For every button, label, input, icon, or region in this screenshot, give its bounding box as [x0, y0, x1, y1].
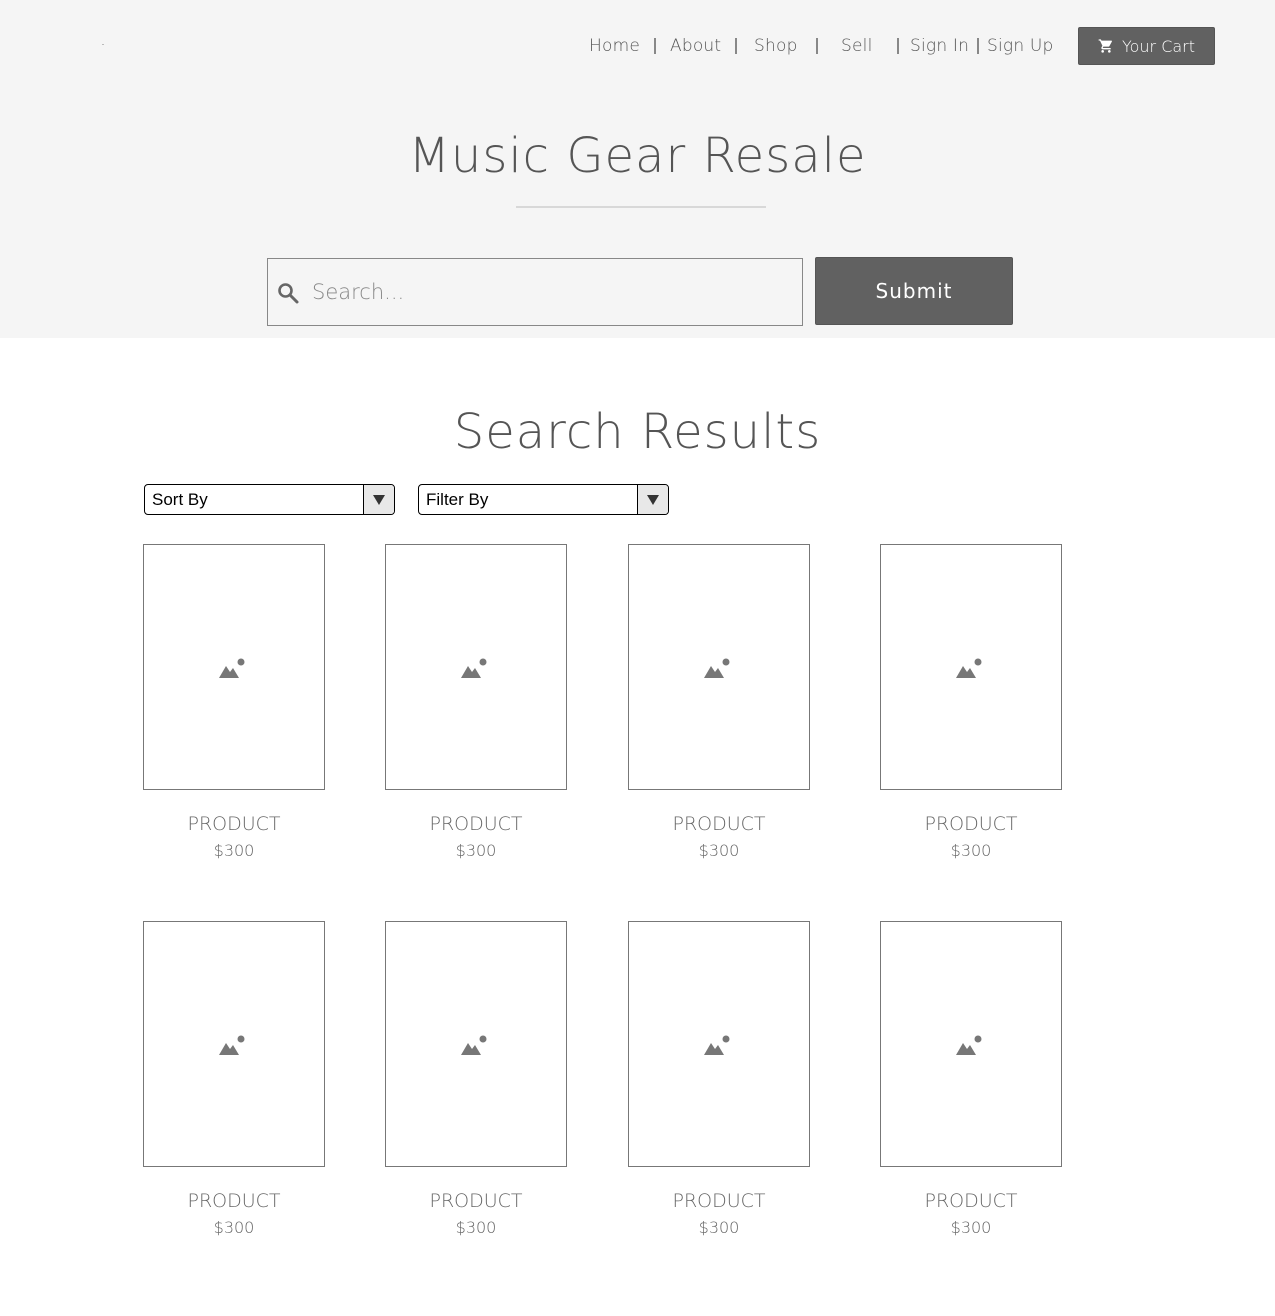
product-image[interactable] [143, 544, 325, 790]
image-placeholder-icon [704, 1035, 730, 1055]
image-placeholder-icon [461, 1035, 487, 1055]
product-name: PRODUCT [672, 813, 766, 835]
product-card[interactable]: PRODUCT $300 [880, 544, 1062, 860]
your-cart-button[interactable]: Your Cart [1078, 27, 1215, 65]
image-placeholder-icon [461, 658, 487, 678]
search-results-title: Search Results [453, 404, 822, 460]
title-divider [516, 206, 766, 208]
product-name: PRODUCT [429, 813, 523, 835]
product-image[interactable] [628, 921, 810, 1167]
product-price: $300 [455, 841, 497, 860]
product-name: PRODUCT [924, 1190, 1018, 1212]
product-card[interactable]: PRODUCT $300 [628, 921, 810, 1237]
nav-sell-link[interactable]: Sell [841, 36, 873, 56]
nav-shop-link[interactable]: Shop [754, 36, 798, 56]
search-icon [278, 283, 299, 304]
nav-sign-up-link[interactable]: Sign Up [987, 36, 1054, 56]
product-name: PRODUCT [672, 1190, 766, 1212]
nav-divider [897, 38, 899, 54]
filter-by-label: Filter By [426, 490, 489, 509]
nav-divider [654, 38, 656, 54]
search-box[interactable] [267, 258, 803, 326]
product-image[interactable] [385, 921, 567, 1167]
product-price: $300 [698, 841, 740, 860]
site-title: Music Gear Resale [408, 128, 867, 184]
search-input[interactable] [312, 269, 792, 315]
product-image[interactable] [880, 921, 1062, 1167]
product-name: PRODUCT [187, 1190, 281, 1212]
product-price: $300 [213, 841, 255, 860]
product-card[interactable]: PRODUCT $300 [385, 544, 567, 860]
nav-divider [735, 38, 737, 54]
nav-divider [816, 38, 818, 54]
product-card[interactable]: PRODUCT $300 [143, 921, 325, 1237]
sort-by-label: Sort By [152, 490, 208, 509]
nav-home-link[interactable]: Home [589, 36, 640, 56]
product-price: $300 [950, 1218, 992, 1237]
image-placeholder-icon [219, 658, 245, 678]
header: Home About Shop Sell Sign In Sign Up You… [0, 0, 1275, 338]
product-name: PRODUCT [429, 1190, 523, 1212]
product-card[interactable]: PRODUCT $300 [880, 921, 1062, 1237]
product-card[interactable]: PRODUCT $300 [385, 921, 567, 1237]
product-card[interactable]: PRODUCT $300 [628, 544, 810, 860]
product-name: PRODUCT [187, 813, 281, 835]
product-price: $300 [950, 841, 992, 860]
image-placeholder-icon [219, 1035, 245, 1055]
chevron-down-icon [373, 495, 385, 505]
product-price: $300 [455, 1218, 497, 1237]
product-image[interactable] [143, 921, 325, 1167]
sort-dropdown-arrow[interactable] [363, 485, 394, 514]
image-placeholder-icon [956, 658, 982, 678]
nav-sign-in-link[interactable]: Sign In [910, 36, 969, 56]
product-card[interactable]: PRODUCT $300 [143, 544, 325, 860]
shopping-cart-icon [1098, 39, 1112, 53]
product-image[interactable] [628, 544, 810, 790]
filter-dropdown-arrow[interactable] [637, 485, 668, 514]
product-image[interactable] [880, 544, 1062, 790]
logo [102, 44, 104, 45]
nav-about-link[interactable]: About [670, 36, 721, 56]
submit-button[interactable]: Submit [815, 257, 1013, 325]
product-price: $300 [213, 1218, 255, 1237]
chevron-down-icon [647, 495, 659, 505]
image-placeholder-icon [956, 1035, 982, 1055]
product-price: $300 [698, 1218, 740, 1237]
product-image[interactable] [385, 544, 567, 790]
image-placeholder-icon [704, 658, 730, 678]
nav-divider [977, 38, 979, 54]
your-cart-label: Your Cart [1121, 36, 1196, 56]
product-name: PRODUCT [924, 813, 1018, 835]
sort-by-select[interactable]: Sort By [144, 484, 395, 515]
filter-by-select[interactable]: Filter By [418, 484, 669, 515]
